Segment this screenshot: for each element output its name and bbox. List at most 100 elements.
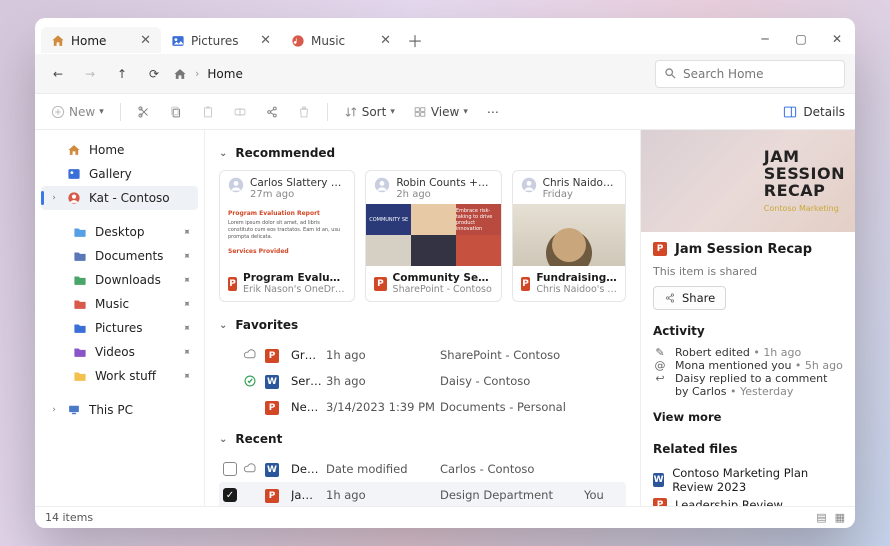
chevron-down-icon[interactable]: ⌄ xyxy=(219,320,227,331)
pin-icon[interactable]: ✦ xyxy=(179,297,193,311)
sidebar-item-pictures[interactable]: Pictures✦ xyxy=(41,316,198,340)
related-name: Leadership Review xyxy=(675,498,783,506)
sidebar-item-home[interactable]: Home xyxy=(41,138,198,162)
pin-icon[interactable]: ✦ xyxy=(179,225,193,239)
sidebar-item-label: Home xyxy=(89,143,124,157)
rename-button[interactable] xyxy=(227,99,253,125)
tab-home[interactable]: Home ✕ xyxy=(41,27,161,54)
powerpoint-icon: P xyxy=(265,349,279,363)
powerpoint-icon: P xyxy=(653,242,667,256)
table-row[interactable]: W Service report 3h ago Daisy - Contoso xyxy=(219,368,626,394)
details-label: Details xyxy=(803,105,845,119)
body: Home Gallery › Kat - Contoso Desktop✦Doc… xyxy=(35,130,855,506)
activity-text: Daisy replied to a comment by Carlos • Y… xyxy=(675,372,843,398)
forward-button[interactable]: → xyxy=(77,61,103,87)
related-file[interactable]: WContoso Marketing Plan Review 2023 xyxy=(653,464,843,496)
card-source: Erik Nason's OneDrive - Contoso xyxy=(243,284,346,295)
sort-button[interactable]: Sort ▾ xyxy=(338,101,401,123)
card-sub: Friday xyxy=(543,189,617,200)
sidebar-item-documents[interactable]: Documents✦ xyxy=(41,244,198,268)
address-bar[interactable]: › Home xyxy=(173,67,649,81)
recent-list: W Department Write up Date modified Carl… xyxy=(219,456,626,506)
reply-icon: ↩ xyxy=(653,372,667,385)
close-icon[interactable]: ✕ xyxy=(260,33,271,48)
view-more-link[interactable]: View more xyxy=(653,406,843,428)
related-file[interactable]: PLeadership Review xyxy=(653,496,843,506)
share-button[interactable] xyxy=(259,99,285,125)
copy-button[interactable] xyxy=(163,99,189,125)
documents-icon xyxy=(73,249,87,263)
close-icon[interactable]: ✕ xyxy=(140,33,151,48)
more-button[interactable]: ⋯ xyxy=(480,99,506,125)
chevron-down-icon[interactable]: ⌄ xyxy=(219,148,227,159)
details-pane-button[interactable]: Details xyxy=(783,105,845,119)
tab-pictures[interactable]: Pictures ✕ xyxy=(161,27,281,54)
search-placeholder: Search Home xyxy=(683,67,763,81)
pin-icon[interactable]: ✦ xyxy=(179,321,193,335)
sidebar-item-this-pc[interactable]: › This PC xyxy=(41,398,198,422)
file-date: 3/14/2023 1:39 PM xyxy=(326,400,436,414)
maximize-button[interactable]: ▢ xyxy=(783,24,819,54)
chevron-right-icon[interactable]: › xyxy=(49,405,59,415)
nav-row: ← → ↑ ⟳ › Home Search Home xyxy=(35,54,855,94)
card-source: Chris Naidoo's OneDrive xyxy=(536,284,617,295)
search-input[interactable]: Search Home xyxy=(655,60,845,88)
table-row[interactable]: ✓ P Jam Session Recap 1h ago Design Depa… xyxy=(219,482,626,506)
pin-icon[interactable]: ✦ xyxy=(179,273,193,287)
file-type-icon: P xyxy=(265,487,287,503)
recommended-card[interactable]: Robin Counts +4 other edited… 2h ago COM… xyxy=(365,170,501,302)
close-icon[interactable]: ✕ xyxy=(380,33,391,48)
sidebar-item-music[interactable]: Music✦ xyxy=(41,292,198,316)
pin-icon[interactable]: ✦ xyxy=(179,345,193,359)
file-type-icon: P xyxy=(265,399,287,415)
section-favorites[interactable]: ⌄ Favorites xyxy=(219,318,626,332)
file-location: SharePoint - Contoso xyxy=(440,348,580,362)
chevron-right-icon[interactable]: › xyxy=(49,193,59,203)
powerpoint-icon: P xyxy=(374,277,386,291)
new-tab-button[interactable]: ＋ xyxy=(401,26,429,54)
person-icon xyxy=(67,191,81,205)
folder-icon xyxy=(73,369,87,383)
section-recommended[interactable]: ⌄ Recommended xyxy=(219,146,626,160)
refresh-button[interactable]: ⟳ xyxy=(141,61,167,87)
back-button[interactable]: ← xyxy=(45,61,71,87)
minimize-button[interactable]: ─ xyxy=(747,24,783,54)
card-headline: Chris Naidoo recorded xyxy=(543,177,617,189)
view-button[interactable]: View ▾ xyxy=(407,101,474,123)
share-button[interactable]: Share xyxy=(653,286,726,310)
pin-icon[interactable]: ✦ xyxy=(179,369,193,383)
pin-icon[interactable]: ✦ xyxy=(179,249,193,263)
delete-button[interactable] xyxy=(291,99,317,125)
view-list-icon[interactable]: ▤ xyxy=(816,511,826,524)
view-grid-icon[interactable]: ▦ xyxy=(835,511,845,524)
new-button[interactable]: New ▾ xyxy=(45,101,110,123)
table-row[interactable]: P Granite Mobile Shopping and Checkout F… xyxy=(219,342,626,368)
tab-music[interactable]: Music ✕ xyxy=(281,27,401,54)
sidebar-item-downloads[interactable]: Downloads✦ xyxy=(41,268,198,292)
close-window-button[interactable]: ✕ xyxy=(819,24,855,54)
breadcrumb[interactable]: Home xyxy=(207,67,242,81)
section-recent[interactable]: ⌄ Recent xyxy=(219,432,626,446)
recommended-card[interactable]: Chris Naidoo recorded Friday P Fundraisi… xyxy=(512,170,626,302)
table-row[interactable]: P New Team Onboarding 3/14/2023 1:39 PM … xyxy=(219,394,626,420)
related-name: Contoso Marketing Plan Review 2023 xyxy=(672,466,843,494)
row-checkbox[interactable]: ✓ xyxy=(223,488,237,502)
activity-text: Robert edited • 1h ago xyxy=(675,346,843,359)
recommended-card[interactable]: Carlos Slattery mentioned you 27m ago Pr… xyxy=(219,170,355,302)
file-owner: You xyxy=(584,488,624,502)
sidebar-item-videos[interactable]: Videos✦ xyxy=(41,340,198,364)
table-row[interactable]: W Department Write up Date modified Carl… xyxy=(219,456,626,482)
paste-button[interactable] xyxy=(195,99,221,125)
tab-label: Pictures xyxy=(191,34,254,48)
sidebar-item-kat-contoso[interactable]: › Kat - Contoso xyxy=(41,186,198,210)
sidebar-item-label: Desktop xyxy=(95,225,145,239)
up-button[interactable]: ↑ xyxy=(109,61,135,87)
sidebar-item-gallery[interactable]: Gallery xyxy=(41,162,198,186)
row-checkbox[interactable] xyxy=(223,462,237,476)
chevron-down-icon[interactable]: ⌄ xyxy=(219,434,227,445)
sidebar-item-work-stuff[interactable]: Work stuff✦ xyxy=(41,364,198,388)
desktop-icon xyxy=(73,225,87,239)
avatar-icon xyxy=(228,177,244,200)
cut-button[interactable] xyxy=(131,99,157,125)
sidebar-item-desktop[interactable]: Desktop ✦ xyxy=(41,220,198,244)
